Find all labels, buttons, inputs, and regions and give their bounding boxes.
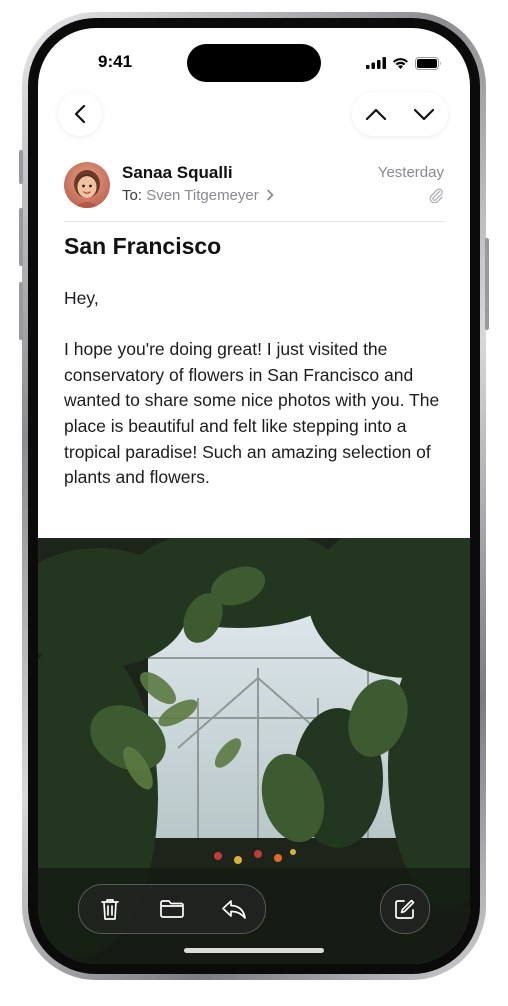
action-button <box>19 150 23 184</box>
screen: 9:41 Sanaa Squalli To: Sven Titgemeyer Y… <box>38 28 470 964</box>
memoji-avatar-icon <box>74 170 100 208</box>
volume-up-button <box>19 208 23 266</box>
recipient-name[interactable]: Sven Titgemeyer <box>146 187 259 204</box>
compose-button[interactable] <box>380 884 430 934</box>
message-body: Hey, I hope you're doing great! I just v… <box>64 286 444 516</box>
recipient-line[interactable]: To: Sven Titgemeyer <box>122 187 274 204</box>
status-bar: 9:41 <box>38 28 470 82</box>
reply-button[interactable] <box>210 885 258 933</box>
folder-icon <box>160 900 184 918</box>
avatar[interactable] <box>64 162 110 208</box>
move-to-folder-button[interactable] <box>148 885 196 933</box>
chevron-up-icon <box>365 108 387 120</box>
trash-icon <box>101 899 119 920</box>
to-label: To: <box>122 187 143 204</box>
reply-icon <box>222 900 246 919</box>
message-subject: San Francisco <box>64 233 222 259</box>
bottom-toolbar <box>78 884 266 934</box>
back-button[interactable] <box>58 92 102 136</box>
compose-icon <box>395 899 415 919</box>
dynamic-island <box>187 44 321 82</box>
chevron-right-icon <box>267 189 274 201</box>
message-greeting: Hey, <box>64 288 99 308</box>
delete-button[interactable] <box>86 885 134 933</box>
paperclip-icon <box>429 188 443 203</box>
message-navigation <box>352 92 448 136</box>
cellular-signal-icon <box>366 57 386 69</box>
next-message-button[interactable] <box>400 92 448 136</box>
message-paragraph: I hope you're doing great! I just visite… <box>64 339 440 488</box>
previous-message-button[interactable] <box>352 92 400 136</box>
message-header: Sanaa Squalli To: Sven Titgemeyer Yester… <box>64 160 444 222</box>
status-time: 9:41 <box>98 52 133 71</box>
volume-down-button <box>19 282 23 340</box>
sender-name[interactable]: Sanaa Squalli <box>122 163 233 183</box>
status-icons <box>366 56 442 70</box>
chevron-down-icon <box>413 108 435 120</box>
chevron-left-icon <box>74 104 86 124</box>
power-button <box>485 238 489 330</box>
wifi-icon <box>393 58 408 69</box>
home-indicator[interactable] <box>184 948 324 953</box>
header-divider <box>64 221 444 222</box>
message-date: Yesterday <box>377 164 444 181</box>
battery-icon <box>415 56 441 70</box>
